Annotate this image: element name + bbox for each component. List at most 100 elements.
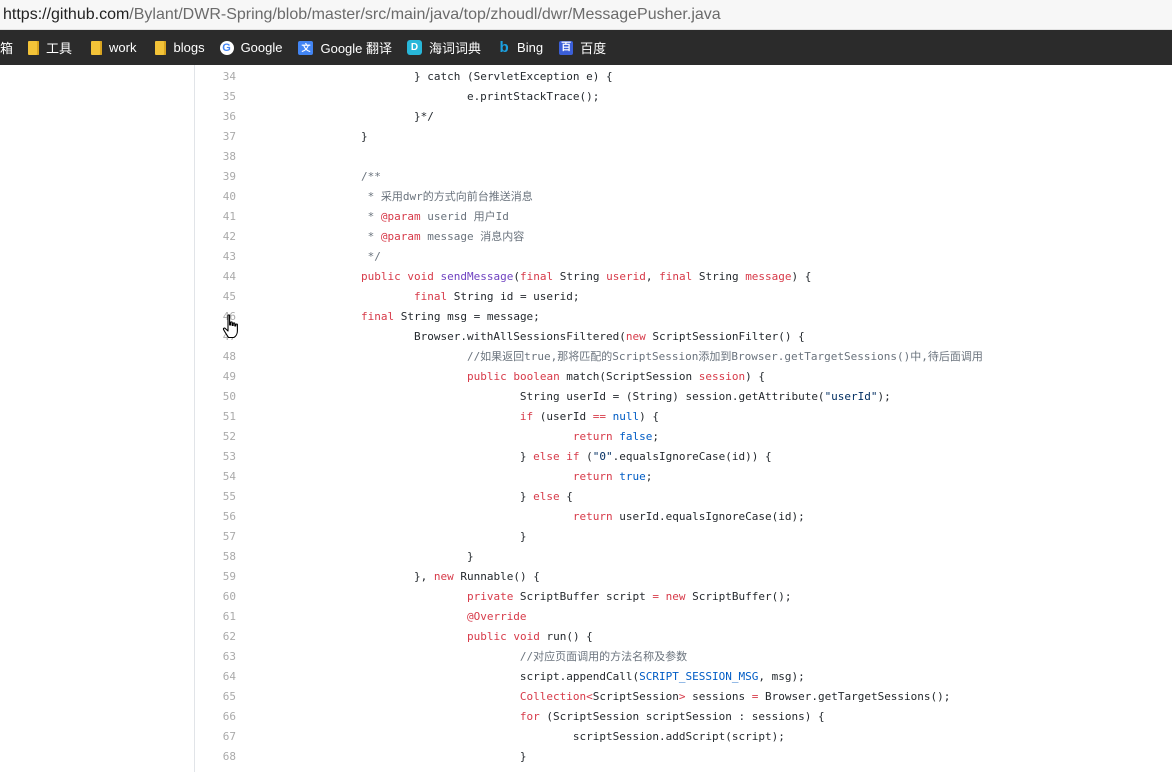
code-token: if (566, 450, 580, 463)
line-number[interactable]: 44 (196, 267, 236, 287)
code-token: ScriptBuffer(); (685, 590, 792, 603)
code-token: } (308, 450, 534, 463)
code-token: (ScriptSession scriptSession : sessions)… (539, 710, 825, 723)
bookmark-dict[interactable]: D 海词词典 (407, 38, 481, 57)
line-number[interactable]: 38 (196, 147, 236, 167)
bookmark-google[interactable]: G Google (219, 40, 282, 55)
code-token: void (407, 270, 434, 283)
code-token: new (433, 570, 454, 583)
code-token: message 消息内容 (420, 230, 525, 243)
code-line: 39 /** (196, 167, 1172, 187)
line-number[interactable]: 39 (196, 167, 236, 187)
line-number[interactable]: 54 (196, 467, 236, 487)
code-line: 55 } else { (196, 487, 1172, 507)
code-token: * (308, 230, 381, 243)
line-number[interactable]: 65 (196, 687, 236, 707)
bookmark-tools[interactable]: 工具 (28, 38, 72, 57)
code-line: 42 * @param message 消息内容 (196, 227, 1172, 247)
bookmark-bing[interactable]: b Bing (498, 40, 543, 55)
code-token: ScriptBuffer script (513, 590, 653, 603)
code-token: session (698, 370, 746, 383)
bookmark-blogs[interactable]: blogs (155, 40, 205, 55)
line-number[interactable]: 42 (196, 227, 236, 247)
line-number[interactable]: 68 (196, 747, 236, 767)
code-text: public boolean match(ScriptSession sessi… (308, 367, 765, 387)
line-number[interactable]: 43 (196, 247, 236, 267)
code-line: 52 return false; (196, 427, 1172, 447)
line-number[interactable]: 35 (196, 87, 236, 107)
line-number[interactable]: 58 (196, 547, 236, 567)
code-token: Browser.getTargetSessions(); (758, 690, 951, 703)
code-token: final (519, 270, 554, 283)
line-number[interactable]: 41 (196, 207, 236, 227)
code-token: } (308, 530, 527, 543)
code-token: }*/ (308, 110, 434, 123)
bing-icon: b (499, 39, 509, 56)
code-token: }, (308, 570, 434, 583)
line-number[interactable]: 52 (196, 427, 236, 447)
code-token: ( (579, 450, 593, 463)
line-number[interactable]: 51 (196, 407, 236, 427)
url-text[interactable]: https://github.com/Bylant/DWR-Spring/blo… (0, 6, 721, 24)
line-number[interactable]: 40 (196, 187, 236, 207)
line-number[interactable]: 59 (196, 567, 236, 587)
code-text: } else if ("0".equalsIgnoreCase(id)) { (308, 447, 772, 467)
code-line: 53 } else if ("0".equalsIgnoreCase(id)) … (196, 447, 1172, 467)
code-token: String msg = message; (394, 310, 540, 323)
code-token: private (466, 590, 514, 603)
code-token: ) { (745, 370, 765, 383)
code-token: sendMessage (440, 270, 514, 283)
baidu-icon: 百 (559, 40, 574, 55)
line-number[interactable]: 63 (196, 647, 236, 667)
line-number[interactable]: 64 (196, 667, 236, 687)
code-token: , msg); (758, 670, 805, 683)
code-token: { (559, 490, 573, 503)
line-number[interactable]: 49 (196, 367, 236, 387)
line-number[interactable]: 34 (196, 67, 236, 87)
code-token: for (519, 710, 540, 723)
code-text: return true; (308, 467, 653, 487)
line-number[interactable]: 53 (196, 447, 236, 467)
code-token: public (466, 370, 507, 383)
address-bar[interactable]: https://github.com/Bylant/DWR-Spring/blo… (0, 0, 1172, 30)
line-number[interactable]: 45 (196, 287, 236, 307)
line-number[interactable]: 37 (196, 127, 236, 147)
line-number[interactable]: 67 (196, 727, 236, 747)
line-number[interactable]: 60 (196, 587, 236, 607)
line-number[interactable]: 57 (196, 527, 236, 547)
code-token: ) { (639, 410, 660, 423)
code-token: Collection< (519, 690, 593, 703)
line-number[interactable]: 61 (196, 607, 236, 627)
line-number[interactable]: 50 (196, 387, 236, 407)
code-line: 46 final String msg = message; (196, 307, 1172, 327)
code-token: ) { (791, 270, 812, 283)
bookmark-google-translate[interactable]: 文 Google 翻译 (298, 38, 392, 57)
code-text: scriptSession.addScript(script); (308, 727, 785, 747)
bookmark-baidu[interactable]: 百 百度 (559, 38, 606, 57)
code-view: 34 } catch (ServletException e) {35 e.pr… (196, 67, 1172, 772)
code-text: } (308, 747, 527, 767)
code-line: 59 }, new Runnable() { (196, 567, 1172, 587)
code-token: @Override (466, 610, 527, 623)
line-number[interactable]: 66 (196, 707, 236, 727)
hand-pointer-cursor-icon (222, 314, 238, 339)
code-line: 38 (196, 147, 1172, 167)
bookmark-mail[interactable]: 邮箱 (0, 38, 13, 57)
line-number[interactable]: 48 (196, 347, 236, 367)
bookmarks-bar: 邮箱 工具 work blogs G Google 文 Google 翻译 D … (0, 30, 1172, 65)
code-token: } (308, 550, 474, 563)
bookmark-work[interactable]: work (91, 40, 136, 55)
line-number[interactable]: 62 (196, 627, 236, 647)
line-number[interactable]: 55 (196, 487, 236, 507)
line-number[interactable]: 36 (196, 107, 236, 127)
code-token: else (533, 450, 560, 463)
code-text: private ScriptBuffer script = new Script… (308, 587, 792, 607)
bookmark-label: 百度 (580, 41, 607, 56)
line-number[interactable]: 56 (196, 507, 236, 527)
code-text: }*/ (308, 107, 434, 127)
